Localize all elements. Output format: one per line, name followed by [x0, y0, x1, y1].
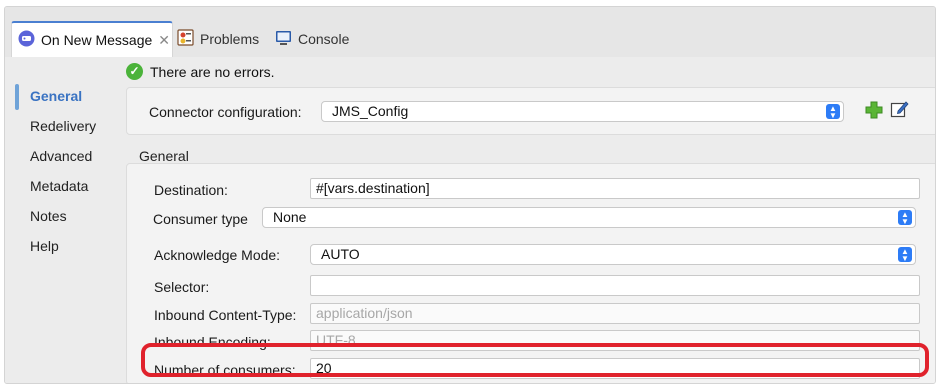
sidebar-item-redelivery[interactable]: Redelivery: [13, 111, 118, 141]
sidebar-item-advanced[interactable]: Advanced: [13, 141, 118, 171]
sidebar-item-help[interactable]: Help: [13, 231, 118, 261]
close-icon[interactable]: ✕: [158, 32, 170, 49]
status-text: There are no errors.: [150, 63, 275, 80]
tab-label: Console: [298, 31, 350, 47]
stepper-arrows-icon: ▲ ▼: [898, 247, 912, 263]
connector-config-label: Connector configuration:: [149, 104, 302, 120]
connector-config-value: JMS_Config: [332, 103, 409, 119]
connector-config-group: Connector configuration: JMS_Config ▲ ▼: [126, 87, 935, 135]
sidebar-item-general[interactable]: General: [13, 81, 118, 111]
consumer-type-value: None: [273, 209, 307, 225]
tab-label: Problems: [200, 31, 260, 47]
validation-status: ✓ There are no errors.: [126, 63, 275, 80]
selector-label: Selector:: [154, 279, 210, 295]
consumer-type-label: Consumer type: [153, 211, 248, 227]
add-config-icon[interactable]: [865, 101, 883, 119]
consumer-type-select[interactable]: None ▲ ▼: [262, 207, 916, 228]
inbound-content-type-field[interactable]: application/json: [310, 303, 920, 324]
check-circle-icon: ✓: [126, 63, 143, 80]
tab-bar: On New Message ✕ Problems Console: [5, 7, 935, 57]
general-section-heading: General: [139, 148, 189, 164]
ack-mode-label: Acknowledge Mode:: [154, 247, 281, 263]
ack-mode-select[interactable]: AUTO ▲ ▼: [310, 244, 916, 265]
inbound-content-type-label: Inbound Content-Type:: [154, 307, 297, 323]
destination-label: Destination:: [154, 182, 228, 198]
sidebar-item-metadata[interactable]: Metadata: [13, 171, 118, 201]
tab-on-new-message[interactable]: On New Message ✕: [11, 21, 173, 57]
problems-icon: [177, 29, 194, 49]
selector-field[interactable]: [310, 275, 920, 296]
editor-content: General Redelivery Advanced Metadata Not…: [5, 57, 935, 383]
jms-listener-icon: [18, 30, 35, 50]
tab-problems[interactable]: Problems: [177, 21, 259, 57]
highlight-annotation: [141, 343, 929, 377]
tab-label: On New Message: [41, 32, 153, 48]
edit-config-icon[interactable]: [890, 99, 910, 119]
stepper-arrows-icon: ▲ ▼: [826, 104, 840, 120]
tab-console[interactable]: Console: [275, 21, 349, 57]
section-sidebar: General Redelivery Advanced Metadata Not…: [13, 81, 118, 261]
console-icon: [275, 29, 292, 49]
properties-panel: On New Message ✕ Problems Console Genera…: [4, 6, 936, 384]
stepper-arrows-icon: ▲ ▼: [898, 210, 912, 226]
sidebar-item-notes[interactable]: Notes: [13, 201, 118, 231]
destination-field[interactable]: #[vars.destination]: [310, 178, 920, 199]
connector-config-select[interactable]: JMS_Config ▲ ▼: [321, 101, 844, 122]
ack-mode-value: AUTO: [321, 246, 360, 262]
